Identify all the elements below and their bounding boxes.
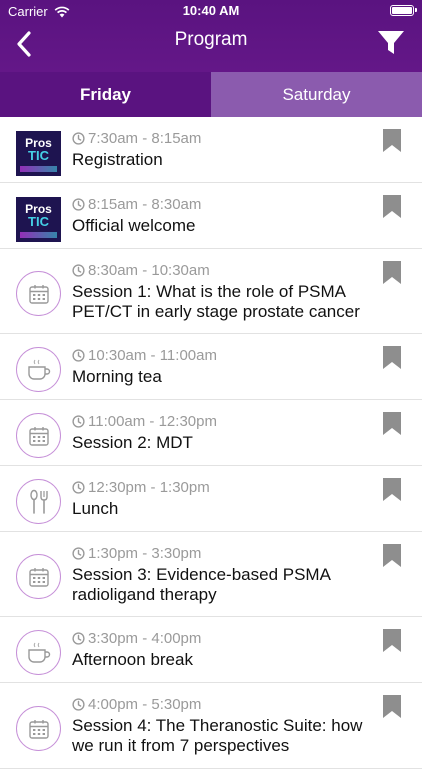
bookmark-icon[interactable] <box>382 478 402 502</box>
calendar-icon <box>16 706 61 751</box>
prostic-logo-thumbnail: Pros TIC <box>16 197 61 242</box>
session-row[interactable]: 8:30am - 10:30am Session 1: What is the r… <box>0 249 422 334</box>
session-time: 3:30pm - 4:00pm <box>72 629 372 647</box>
clock-icon <box>72 480 85 494</box>
bookmark-icon[interactable] <box>382 695 402 719</box>
clock-icon <box>72 414 85 428</box>
session-time: 10:30am - 11:00am <box>72 346 372 364</box>
filter-icon <box>378 31 404 54</box>
filter-button[interactable] <box>374 26 408 60</box>
session-title: Session 3: Evidence-based PSMA radioliga… <box>72 565 330 604</box>
session-content: 8:15am - 8:30am Official welcome <box>72 195 372 236</box>
session-row[interactable]: 4:00pm - 5:30pm Session 4: The Theranosti… <box>0 683 422 769</box>
session-title: Session 4: The Theranostic Suite: how we… <box>72 716 363 755</box>
page-title: Program <box>174 29 248 50</box>
day-tabs: Friday Saturday <box>0 72 422 117</box>
session-time-text: 11:00am - 12:30pm <box>88 412 217 430</box>
bookmark-icon[interactable] <box>382 629 402 653</box>
session-time-text: 10:30am - 11:00am <box>88 346 217 364</box>
logo-line2: TIC <box>28 148 49 163</box>
session-row[interactable]: 12:30pm - 1:30pm Lunch <box>0 466 422 532</box>
session-title: Registration <box>72 150 163 169</box>
session-content: 7:30am - 8:15am Registration <box>72 129 372 170</box>
session-row[interactable]: 11:00am - 12:30pm Session 2: MDT <box>0 400 422 466</box>
session-row[interactable]: 3:30pm - 4:00pm Afternoon break <box>0 617 422 683</box>
calendar-icon <box>16 413 61 458</box>
tab-saturday[interactable]: Saturday <box>211 72 422 117</box>
bookmark-icon[interactable] <box>382 261 402 285</box>
session-title: Morning tea <box>72 367 162 386</box>
calendar-icon <box>16 554 61 599</box>
session-time-text: 8:15am - 8:30am <box>88 195 202 213</box>
session-title: Session 1: What is the role of PSMA PET/… <box>72 282 360 321</box>
clock-icon <box>72 546 85 560</box>
session-time-text: 1:30pm - 3:30pm <box>88 544 202 562</box>
session-time-text: 4:00pm - 5:30pm <box>88 695 202 713</box>
calendar-icon <box>16 271 61 316</box>
session-content: 11:00am - 12:30pm Session 2: MDT <box>72 412 372 453</box>
session-time: 4:00pm - 5:30pm <box>72 695 372 713</box>
clock-icon <box>72 197 85 211</box>
coffee-cup-icon <box>16 630 61 675</box>
bookmark-icon[interactable] <box>382 129 402 153</box>
session-content: 3:30pm - 4:00pm Afternoon break <box>72 629 372 670</box>
session-time: 8:30am - 10:30am <box>72 261 372 279</box>
session-content: 1:30pm - 3:30pm Session 3: Evidence-based… <box>72 544 372 605</box>
battery-icon <box>390 5 417 16</box>
session-list: Pros TIC 7:30am - 8:15am Registration Pros TI… <box>0 117 422 769</box>
status-time: 10:40 AM <box>182 3 240 18</box>
status-bar: Carrier 10:40 AM <box>0 0 422 22</box>
bookmark-icon[interactable] <box>382 412 402 436</box>
clock-icon <box>72 348 85 362</box>
session-time-text: 7:30am - 8:15am <box>88 129 202 147</box>
session-title: Session 2: MDT <box>72 433 193 452</box>
clock-icon <box>72 263 85 277</box>
session-content: 10:30am - 11:00am Morning tea <box>72 346 372 387</box>
clock-icon <box>72 697 85 711</box>
session-content: 12:30pm - 1:30pm Lunch <box>72 478 372 519</box>
coffee-cup-icon <box>16 347 61 392</box>
bookmark-icon[interactable] <box>382 346 402 370</box>
session-row[interactable]: Pros TIC 8:15am - 8:30am Official welcome <box>0 183 422 249</box>
utensils-icon <box>16 479 61 524</box>
logo-line2: TIC <box>28 214 49 229</box>
session-row[interactable]: 1:30pm - 3:30pm Session 3: Evidence-based… <box>0 532 422 617</box>
session-time: 7:30am - 8:15am <box>72 129 372 147</box>
session-title: Lunch <box>72 499 119 518</box>
session-time: 1:30pm - 3:30pm <box>72 544 372 562</box>
session-time-text: 8:30am - 10:30am <box>88 261 210 279</box>
nav-bar: Program <box>0 22 422 70</box>
session-title: Afternoon break <box>72 650 193 669</box>
session-time: 11:00am - 12:30pm <box>72 412 372 430</box>
session-time-text: 3:30pm - 4:00pm <box>88 629 202 647</box>
session-time: 8:15am - 8:30am <box>72 195 372 213</box>
session-content: 4:00pm - 5:30pm Session 4: The Theranosti… <box>72 695 372 756</box>
prostic-logo-thumbnail: Pros TIC <box>16 131 61 176</box>
session-row[interactable]: Pros TIC 7:30am - 8:15am Registration <box>0 117 422 183</box>
clock-icon <box>72 131 85 145</box>
session-row[interactable]: 10:30am - 11:00am Morning tea <box>0 334 422 400</box>
header: Carrier 10:40 AM Program Friday Saturday <box>0 0 422 117</box>
session-time-text: 12:30pm - 1:30pm <box>88 478 210 496</box>
tab-friday[interactable]: Friday <box>0 72 211 117</box>
session-time: 12:30pm - 1:30pm <box>72 478 372 496</box>
session-title: Official welcome <box>72 216 196 235</box>
bookmark-icon[interactable] <box>382 195 402 219</box>
clock-icon <box>72 631 85 645</box>
bookmark-icon[interactable] <box>382 544 402 568</box>
session-content: 8:30am - 10:30am Session 1: What is the r… <box>72 261 372 322</box>
